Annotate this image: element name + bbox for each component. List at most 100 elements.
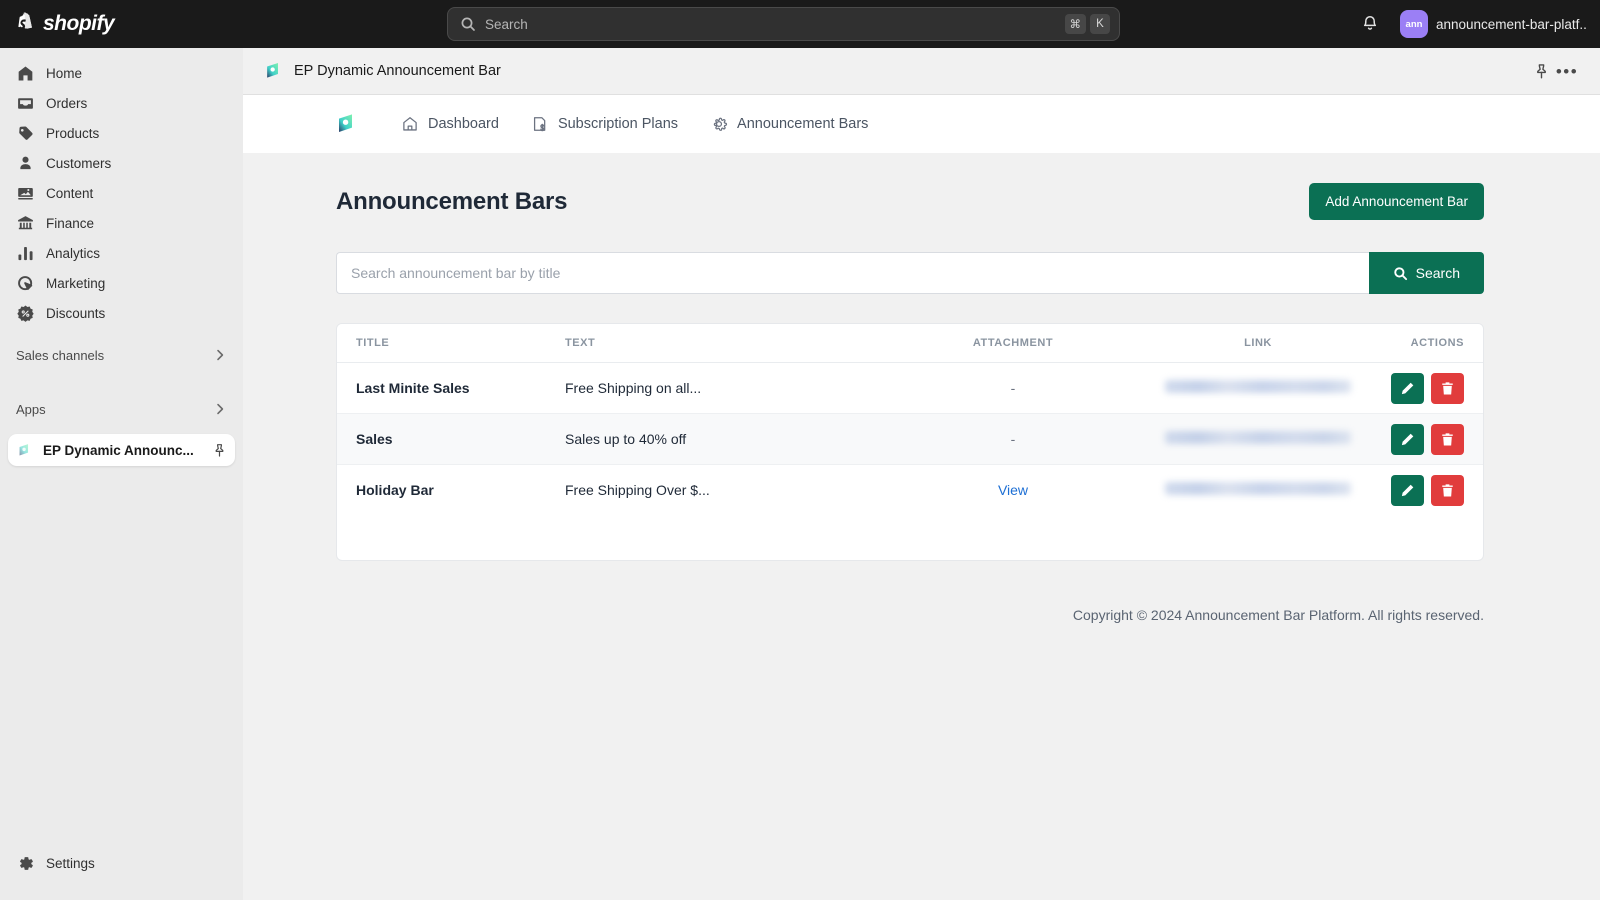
shopify-logo[interactable]: shopify bbox=[0, 12, 243, 36]
tab-announcement-bars[interactable]: Announcement Bars bbox=[710, 115, 868, 133]
view-attachment-link[interactable]: View bbox=[998, 482, 1028, 498]
cell-text: Free Shipping on all... bbox=[565, 362, 883, 414]
add-announcement-bar-button[interactable]: Add Announcement Bar bbox=[1309, 183, 1484, 220]
edit-row-button[interactable] bbox=[1391, 372, 1424, 404]
edit-row-button[interactable] bbox=[1391, 423, 1424, 455]
person-icon bbox=[16, 154, 35, 173]
page-content: Announcement Bars Add Announcement Bar S… bbox=[243, 153, 1600, 900]
sidebar-item-analytics[interactable]: Analytics bbox=[8, 238, 235, 268]
search-button-label: Search bbox=[1415, 265, 1460, 281]
shopify-bag-icon bbox=[18, 12, 32, 30]
delete-row-button[interactable] bbox=[1431, 474, 1464, 506]
topbar-right-group: ann announcement-bar-platf... bbox=[1360, 6, 1592, 42]
app-body: Home Orders Products Customers Content F… bbox=[0, 48, 1600, 900]
pin-app-button[interactable] bbox=[1528, 58, 1554, 84]
home-outline-icon bbox=[403, 117, 417, 131]
column-header-actions: ACTIONS bbox=[1373, 324, 1483, 363]
store-account-button[interactable]: ann announcement-bar-platf... bbox=[1394, 6, 1592, 42]
sidebar-item-customers[interactable]: Customers bbox=[8, 148, 235, 178]
announcement-bars-table: TITLE TEXT ATTACHMENT LINK ACTIONS Last … bbox=[337, 324, 1483, 516]
cell-attachment: - bbox=[883, 362, 1143, 414]
cell-link bbox=[1143, 362, 1373, 414]
bell-icon[interactable] bbox=[1360, 14, 1380, 34]
tab-label: Subscription Plans bbox=[557, 116, 679, 132]
sidebar-item-home[interactable]: Home bbox=[8, 58, 235, 88]
sidebar-item-ep-dynamic-announcement-bar[interactable]: EP Dynamic Announc... bbox=[8, 434, 235, 466]
embedded-app-header: EP Dynamic Announcement Bar ••• bbox=[243, 48, 1600, 95]
sidebar-item-discounts[interactable]: Discounts bbox=[8, 298, 235, 328]
sidebar-settings-label: Settings bbox=[46, 855, 95, 871]
pin-icon[interactable] bbox=[212, 443, 227, 458]
cell-actions bbox=[1373, 413, 1483, 465]
app-navigation-bar: Dashboard Subscription Plans Announcemen… bbox=[243, 95, 1600, 153]
tab-label: Dashboard bbox=[428, 116, 499, 132]
footer-copyright: Copyright © 2024 Announcement Bar Platfo… bbox=[1072, 606, 1484, 623]
sidebar-item-products[interactable]: Products bbox=[8, 118, 235, 148]
pencil-icon bbox=[1401, 382, 1414, 394]
main-content-area: EP Dynamic Announcement Bar ••• Dashboar… bbox=[243, 48, 1600, 900]
sidebar-item-orders[interactable]: Orders bbox=[8, 88, 235, 118]
sidebar-item-finance[interactable]: Finance bbox=[8, 208, 235, 238]
attachment-empty-dash: - bbox=[1010, 380, 1016, 396]
sidebar-section-sales-channels[interactable]: Sales channels bbox=[8, 340, 235, 370]
cell-text: Sales up to 40% off bbox=[565, 413, 883, 465]
more-horizontal-icon: ••• bbox=[1555, 61, 1579, 81]
bank-icon bbox=[16, 214, 35, 233]
sidebar-item-label: Products bbox=[46, 125, 100, 141]
global-topbar: shopify Search ⌘ K ann announcement-bar-… bbox=[0, 0, 1600, 48]
row-action-group bbox=[1391, 423, 1464, 455]
main-sidebar: Home Orders Products Customers Content F… bbox=[0, 48, 243, 900]
content-image-icon bbox=[16, 184, 35, 203]
table-row: Sales Sales up to 40% off - bbox=[337, 413, 1483, 465]
global-search-bar[interactable]: Search ⌘ K bbox=[447, 7, 1120, 41]
product-tag-icon bbox=[16, 124, 35, 143]
search-input[interactable] bbox=[336, 252, 1369, 294]
trash-icon bbox=[1442, 432, 1453, 445]
table-row: Holiday Bar Free Shipping Over $... View bbox=[337, 465, 1483, 516]
ep-app-icon bbox=[339, 114, 352, 132]
cell-actions bbox=[1373, 362, 1483, 414]
edit-row-button[interactable] bbox=[1391, 474, 1424, 506]
sidebar-app-label: EP Dynamic Announc... bbox=[43, 442, 194, 458]
page-header: Announcement Bars Add Announcement Bar bbox=[336, 183, 1484, 220]
search-icon bbox=[461, 17, 475, 31]
cell-title: Holiday Bar bbox=[356, 482, 434, 499]
announcement-bars-table-card: TITLE TEXT ATTACHMENT LINK ACTIONS Last … bbox=[336, 323, 1484, 561]
global-search-placeholder: Search bbox=[485, 16, 528, 32]
content-container: Announcement Bars Add Announcement Bar S… bbox=[336, 183, 1484, 623]
sidebar-section-apps[interactable]: Apps bbox=[8, 394, 235, 424]
attachment-empty-dash: - bbox=[1010, 431, 1016, 447]
column-header-attachment: ATTACHMENT bbox=[883, 324, 1143, 363]
sidebar-item-label: Orders bbox=[46, 95, 88, 111]
search-button[interactable]: Search bbox=[1368, 252, 1484, 294]
tab-dashboard[interactable]: Dashboard bbox=[401, 115, 499, 133]
redacted-link bbox=[1165, 380, 1351, 393]
table-row: Last Minite Sales Free Shipping on all..… bbox=[337, 362, 1483, 414]
sidebar-item-label: Finance bbox=[46, 215, 95, 231]
delete-row-button[interactable] bbox=[1431, 423, 1464, 455]
orders-inbox-icon bbox=[16, 94, 35, 113]
more-options-button[interactable]: ••• bbox=[1554, 58, 1580, 84]
cell-attachment: - bbox=[883, 413, 1143, 465]
sidebar-section-label: Apps bbox=[16, 401, 46, 417]
pencil-icon bbox=[1401, 484, 1414, 496]
cell-actions bbox=[1373, 465, 1483, 516]
sidebar-item-content[interactable]: Content bbox=[8, 178, 235, 208]
ep-app-icon bbox=[267, 63, 278, 78]
sidebar-item-marketing[interactable]: Marketing bbox=[8, 268, 235, 298]
trash-icon bbox=[1442, 484, 1453, 497]
sidebar-item-label: Content bbox=[46, 185, 94, 201]
marketing-target-icon bbox=[16, 274, 35, 293]
page-title: Announcement Bars bbox=[336, 187, 568, 215]
tab-label: Announcement Bars bbox=[737, 116, 869, 132]
delete-row-button[interactable] bbox=[1431, 372, 1464, 404]
shortcut-key-cmd: ⌘ bbox=[1064, 14, 1086, 34]
sidebar-item-settings[interactable]: Settings bbox=[8, 848, 235, 878]
document-dollar-icon bbox=[533, 117, 546, 132]
tab-subscription-plans[interactable]: Subscription Plans bbox=[531, 115, 678, 133]
row-action-group bbox=[1391, 474, 1464, 506]
sidebar-item-label: Home bbox=[46, 65, 83, 81]
column-header-link: LINK bbox=[1143, 324, 1373, 363]
cell-link bbox=[1143, 413, 1373, 465]
cell-title: Last Minite Sales bbox=[337, 362, 565, 414]
